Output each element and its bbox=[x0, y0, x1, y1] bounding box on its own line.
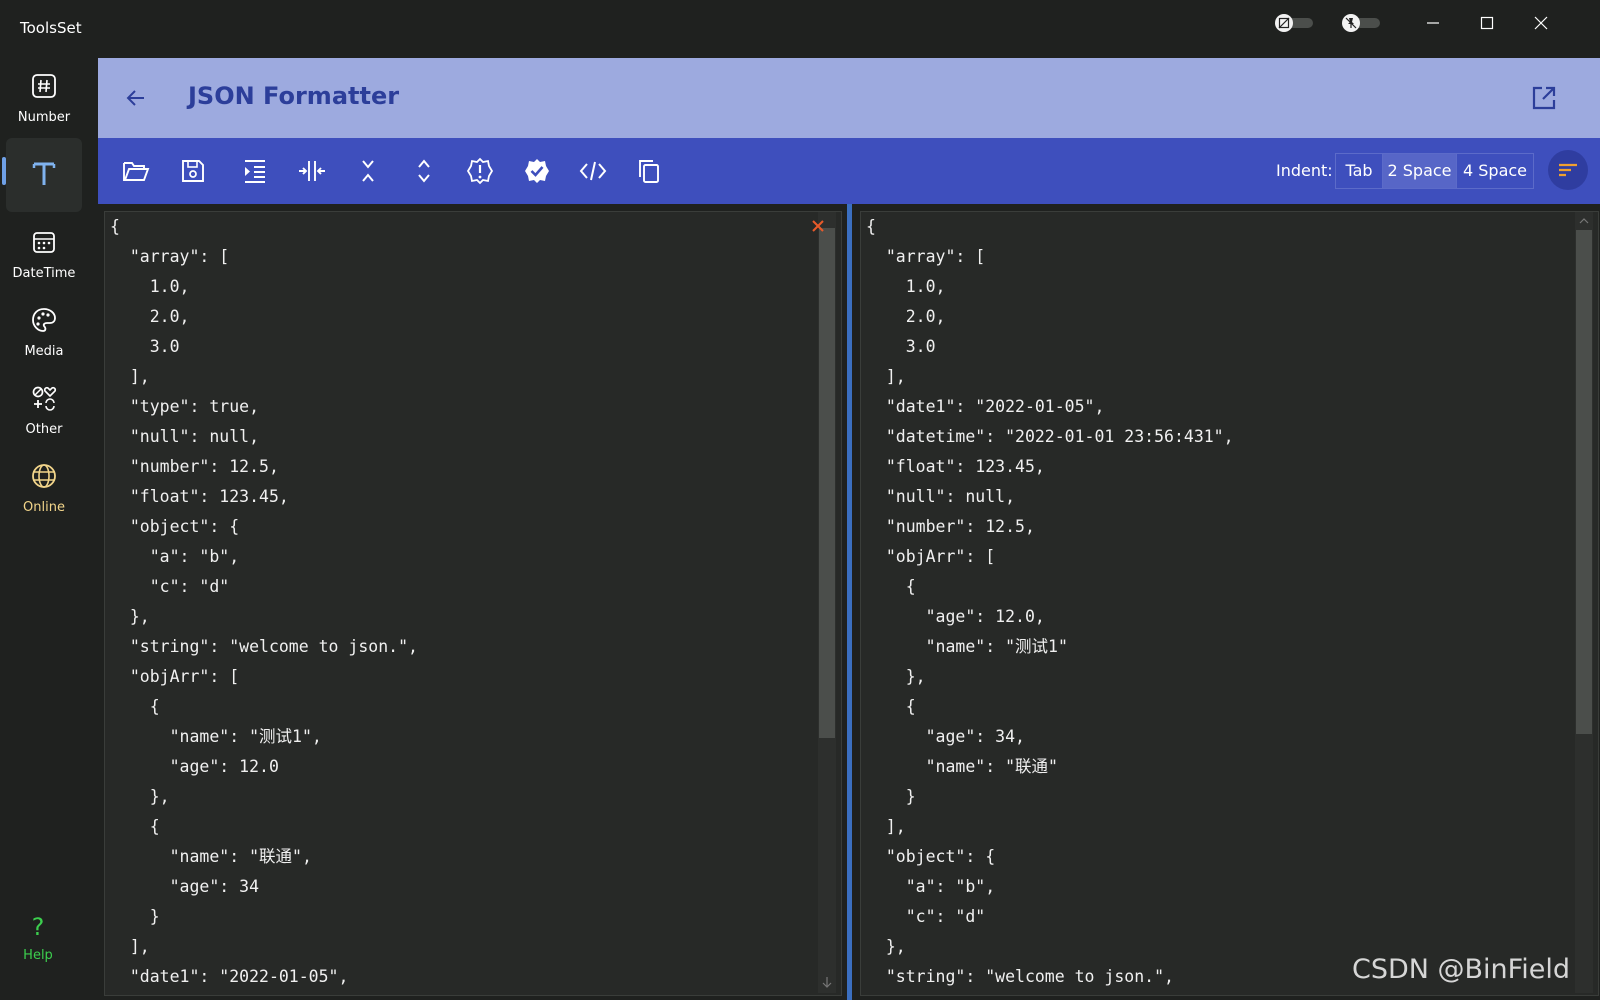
palette-icon bbox=[32, 308, 56, 332]
indent-2space-option[interactable]: 2 Space bbox=[1382, 153, 1457, 189]
output-editor[interactable]: { "array": [ 1.0, 2.0, 3.0 ], "date1": "… bbox=[860, 211, 1599, 996]
collapse-icon bbox=[362, 160, 374, 182]
app-title: ToolsSet bbox=[20, 19, 82, 37]
nav-label-other: Other bbox=[25, 422, 63, 437]
code-button[interactable] bbox=[577, 155, 609, 187]
save-button[interactable] bbox=[177, 155, 209, 187]
clear-input-button[interactable] bbox=[809, 217, 827, 235]
nav-item-number[interactable]: Number bbox=[6, 60, 82, 134]
output-scrollbar[interactable] bbox=[1575, 212, 1593, 993]
indent-4space-option[interactable]: 4 Space bbox=[1456, 153, 1534, 189]
output-scroll-thumb[interactable] bbox=[1576, 230, 1592, 734]
calendar-icon bbox=[33, 232, 55, 253]
nav-label-number: Number bbox=[17, 110, 71, 125]
output-json-text: { "array": [ 1.0, 2.0, 3.0 ], "date1": "… bbox=[866, 217, 1234, 986]
nav-item-other[interactable]: Other bbox=[6, 372, 82, 446]
nav-item-text[interactable] bbox=[6, 138, 82, 212]
scroll-up-icon[interactable] bbox=[1578, 215, 1590, 227]
nav-label-datetime: DateTime bbox=[12, 266, 76, 281]
toolbar: Indent: Tab 2 Space 4 Space bbox=[98, 138, 1600, 204]
copy-button[interactable] bbox=[633, 155, 665, 187]
validate-icon bbox=[466, 157, 494, 185]
input-json-text[interactable]: { "array": [ 1.0, 2.0, 3.0 ], "type": tr… bbox=[110, 212, 418, 992]
collapse-button[interactable] bbox=[352, 155, 384, 187]
nav-label-online: Online bbox=[23, 500, 65, 515]
watermark: CSDN @BinField bbox=[1351, 954, 1570, 985]
nav-label-media: Media bbox=[24, 344, 64, 359]
image-toggle[interactable] bbox=[1275, 12, 1315, 34]
save-icon bbox=[182, 160, 204, 182]
validate-button[interactable] bbox=[464, 155, 496, 187]
compress-icon bbox=[299, 161, 325, 181]
close-button[interactable] bbox=[1518, 8, 1564, 38]
shapes-icon bbox=[32, 386, 57, 411]
hash-icon bbox=[32, 74, 56, 98]
arrow-left-icon bbox=[126, 90, 144, 106]
code-icon bbox=[579, 161, 607, 181]
sort-button[interactable] bbox=[1548, 150, 1588, 190]
no-image-icon bbox=[1278, 17, 1290, 29]
page-header: JSON Formatter bbox=[98, 58, 1600, 138]
pane-splitter[interactable] bbox=[847, 204, 852, 1000]
open-external-icon bbox=[1532, 86, 1556, 110]
globe-icon bbox=[32, 464, 56, 488]
indent-label: Indent: bbox=[1276, 161, 1333, 180]
scroll-down-icon[interactable] bbox=[821, 976, 833, 988]
page-title: JSON Formatter bbox=[188, 82, 400, 110]
format-button[interactable] bbox=[239, 155, 271, 187]
input-scrollbar[interactable] bbox=[818, 212, 836, 993]
side-nav: Number DateTime Media Other Online ? Hel… bbox=[0, 58, 88, 1000]
minimize-icon bbox=[1427, 22, 1439, 24]
indent-tab-option[interactable]: Tab bbox=[1335, 153, 1383, 189]
expand-button[interactable] bbox=[408, 155, 440, 187]
pin-toggle[interactable] bbox=[1342, 12, 1382, 34]
open-external-button[interactable] bbox=[1528, 82, 1560, 114]
text-icon bbox=[32, 162, 56, 185]
sort-icon bbox=[1559, 163, 1577, 177]
close-icon bbox=[812, 220, 824, 232]
unpin-icon bbox=[1345, 17, 1357, 29]
close-icon bbox=[1534, 16, 1548, 30]
help-button[interactable]: ? Help bbox=[14, 913, 62, 973]
open-folder-icon bbox=[123, 162, 150, 181]
maximize-button[interactable] bbox=[1464, 8, 1510, 38]
title-bar: ToolsSet bbox=[0, 0, 1600, 58]
indent-icon bbox=[245, 160, 265, 183]
open-file-button[interactable] bbox=[120, 155, 152, 187]
verified-icon bbox=[525, 159, 549, 183]
back-button[interactable] bbox=[120, 82, 152, 114]
input-editor[interactable]: { "array": [ 1.0, 2.0, 3.0 ], "type": tr… bbox=[104, 211, 842, 996]
nav-item-media[interactable]: Media bbox=[6, 294, 82, 368]
nav-item-datetime[interactable]: DateTime bbox=[6, 216, 82, 290]
maximize-icon bbox=[1480, 16, 1494, 30]
verify-button[interactable] bbox=[521, 155, 553, 187]
expand-icon bbox=[418, 159, 430, 183]
minimize-button[interactable] bbox=[1410, 8, 1456, 38]
help-icon: ? bbox=[31, 913, 45, 941]
compress-button[interactable] bbox=[296, 155, 328, 187]
help-label: Help bbox=[23, 948, 53, 963]
input-scroll-thumb[interactable] bbox=[819, 228, 835, 738]
copy-icon bbox=[639, 160, 659, 183]
nav-item-online[interactable]: Online bbox=[6, 450, 82, 524]
